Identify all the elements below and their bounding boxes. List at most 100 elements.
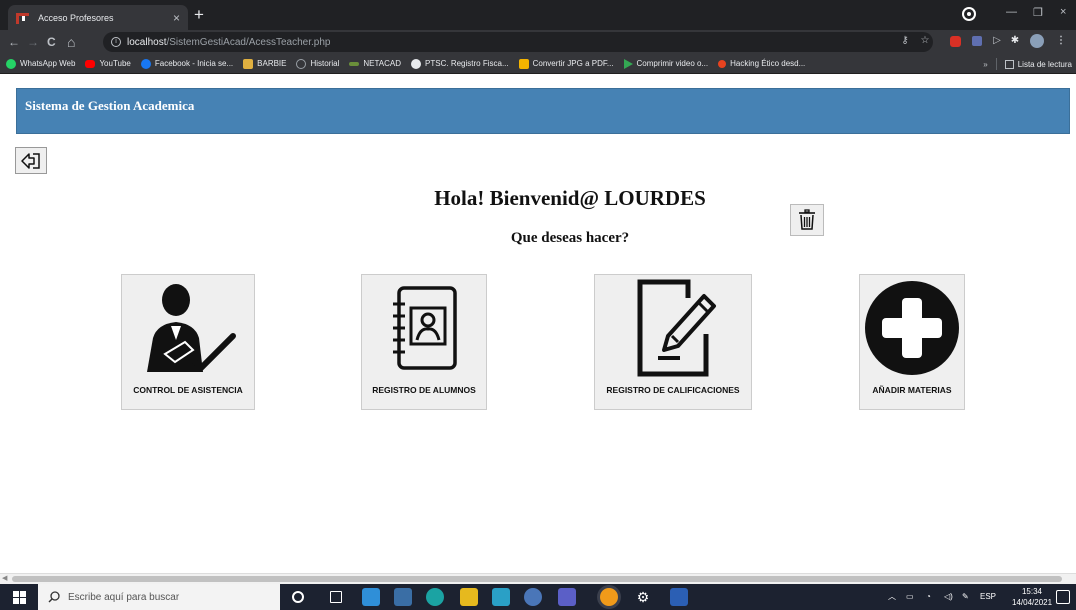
app-icon-7[interactable] (524, 588, 542, 606)
close-window-button[interactable]: × (1060, 6, 1066, 18)
history-icon (296, 58, 307, 69)
reading-list-icon (1004, 59, 1014, 69)
bookmark-facebook[interactable]: Facebook - Inicia se... (140, 58, 233, 69)
extension-play-icon[interactable]: ▷ (990, 34, 1004, 48)
page-favicon-icon (16, 12, 30, 24)
pen-icon[interactable]: ✎ (962, 584, 969, 610)
profile-avatar-icon[interactable] (1030, 34, 1044, 48)
card-registro-alumnos[interactable]: REGISTRO DE ALUMNOS (361, 274, 487, 410)
card-anadir-materias[interactable]: AÑADIR MATERIAS (859, 274, 965, 410)
barbie-icon (243, 58, 254, 69)
card-label: AÑADIR MATERIAS (872, 385, 952, 395)
minimize-button[interactable]: — (1006, 6, 1017, 18)
bookmark-star-icon[interactable]: ☆ (918, 34, 932, 48)
teacher-check-icon (147, 283, 236, 372)
bookmarks-bar: WhatsApp Web YouTube Facebook - Inicia s… (0, 54, 1076, 74)
app-header: Sistema de Gestion Academica (16, 88, 1070, 134)
question-subheading: Que deseas hacer? (510, 230, 630, 246)
address-book-icon (393, 285, 457, 370)
browser-tab-strip: Acceso Profesores × + — ❐ × (0, 0, 1076, 30)
youtube-icon (85, 59, 96, 68)
bookmarks-divider (995, 58, 997, 70)
notifications-icon[interactable] (1056, 590, 1070, 604)
extension-red-icon[interactable] (950, 36, 961, 47)
logout-button[interactable] (15, 147, 47, 174)
windows-taskbar: Escribe aquí para buscar ⚙ ︿ ▭ ◔ ◁) ✎ ES… (0, 584, 1076, 610)
extension-blue-icon[interactable] (972, 36, 982, 46)
edge-app-icon[interactable] (426, 588, 444, 606)
convertir-icon (518, 58, 529, 69)
cortana-icon[interactable] (292, 591, 304, 603)
language-indicator[interactable]: ESP (980, 584, 996, 610)
chrome-menu-icon[interactable]: ⋮ (1054, 34, 1068, 48)
task-view-icon[interactable] (330, 591, 342, 603)
clock-date: 14/04/2021 (1012, 598, 1053, 607)
bookmark-historial[interactable]: Historial (296, 58, 339, 69)
taskbar-search-input[interactable]: Escribe aquí para buscar (38, 584, 280, 610)
bookmark-convertir[interactable]: Convertir JPG a PDF... (518, 58, 614, 69)
tab-close-icon[interactable]: × (173, 11, 180, 25)
welcome-heading: Hola! Bienvenid@ LOURDES (434, 186, 706, 210)
play-triangle-icon (623, 58, 633, 69)
reload-button[interactable]: C (47, 33, 56, 51)
teams-app-icon[interactable] (558, 588, 576, 606)
search-icon (48, 591, 60, 603)
netacad-icon (349, 61, 360, 66)
card-control-asistencia[interactable]: CONTROL DE ASISTENCIA (121, 274, 255, 410)
start-button[interactable] (0, 584, 38, 610)
bookmark-comprimir[interactable]: Comprimir video o... (623, 58, 708, 69)
card-label: REGISTRO DE CALIFICACIONES (606, 385, 740, 395)
browser-profile-icon[interactable] (964, 9, 974, 19)
home-button[interactable]: ⌂ (67, 33, 75, 51)
windows-logo-icon (12, 590, 26, 604)
bookmark-youtube[interactable]: YouTube (85, 59, 131, 68)
bookmark-barbie[interactable]: BARBIE (243, 58, 286, 69)
reading-list-button[interactable]: Lista de lectura (1018, 60, 1072, 69)
card-registro-calificaciones[interactable]: REGISTRO DE CALIFICACIONES (594, 274, 752, 410)
key-icon[interactable]: ⚷ (898, 34, 912, 48)
restore-button[interactable]: ❐ (1033, 6, 1043, 19)
ptsc-icon (411, 58, 422, 69)
chrome-app-icon[interactable] (600, 588, 618, 606)
facebook-icon (140, 58, 151, 69)
mail-app-icon[interactable] (362, 588, 380, 606)
taskbar-clock[interactable]: 15:34 14/04/2021 (1012, 586, 1052, 608)
card-label: CONTROL DE ASISTENCIA (133, 385, 243, 395)
battery-icon[interactable]: ▭ (906, 584, 914, 610)
screen: Acceso Profesores × + — ❐ × ← → C ⌂ i lo… (0, 0, 1076, 610)
site-info-icon[interactable]: i (111, 37, 121, 47)
add-circle-icon (865, 280, 959, 375)
bookmark-whatsapp[interactable]: WhatsApp Web (6, 58, 75, 69)
bookmark-hacking[interactable]: Hacking Ético desd... (718, 59, 805, 68)
back-button[interactable]: ← (8, 33, 20, 51)
bookmark-netacad[interactable]: NETACAD (349, 59, 401, 68)
hacking-icon (718, 59, 727, 68)
logout-icon (21, 152, 40, 169)
scroll-left-icon[interactable]: ◀ (2, 574, 7, 584)
bookmarks-overflow-button[interactable]: » (983, 60, 987, 69)
whatsapp-icon (6, 58, 16, 69)
address-bar[interactable]: i localhost /SistemGestiAcad/AcessTeache… (103, 32, 933, 52)
bookmark-ptsc[interactable]: PTSC. Registro Fisca... (411, 58, 509, 69)
word-app-icon[interactable] (670, 588, 688, 606)
card-label: REGISTRO DE ALUMNOS (372, 385, 476, 395)
sublime-app-icon[interactable] (460, 588, 478, 606)
horizontal-scrollbar[interactable]: ◀ (0, 573, 1076, 584)
browser-tab[interactable]: Acceso Profesores × (8, 5, 188, 30)
volume-icon[interactable]: ◁) (944, 584, 953, 610)
forward-button[interactable]: → (27, 33, 39, 51)
extensions-puzzle-icon[interactable]: ✱ (1008, 34, 1022, 48)
new-tab-button[interactable]: + (194, 5, 204, 25)
url-host: localhost (127, 36, 167, 48)
wifi-icon[interactable]: ◔ (926, 584, 931, 610)
browser-toolbar: ← → C ⌂ i localhost /SistemGestiAcad/Ace… (0, 30, 1076, 54)
web-page: Sistema de Gestion Academica Hola! Bienv… (0, 75, 1076, 573)
tray-expand-icon[interactable]: ︿ (888, 584, 896, 610)
trash-icon (799, 209, 815, 230)
bookmarks-right: » Lista de lectura (983, 54, 1072, 74)
files-app-icon[interactable] (492, 588, 510, 606)
store-app-icon[interactable] (394, 588, 412, 606)
settings-gear-icon[interactable]: ⚙ (634, 588, 652, 606)
edit-document-icon (637, 279, 716, 376)
scrollbar-thumb[interactable] (12, 576, 1062, 582)
